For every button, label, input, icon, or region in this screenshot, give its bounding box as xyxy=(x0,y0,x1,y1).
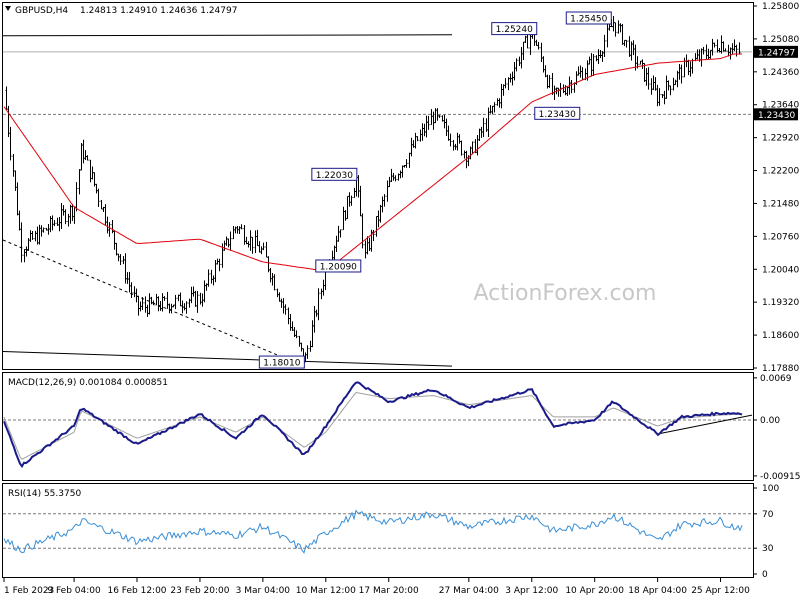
price-tick-label: 1.21480 xyxy=(762,199,799,209)
macd-tick-label: 0.00 xyxy=(760,416,780,426)
chart-symbol: GBPUSD,H4 xyxy=(15,6,68,16)
price-annotation-label: 1.25450 xyxy=(570,14,607,24)
price-tick-label: 1.20760 xyxy=(762,232,799,242)
chart-root: ActionForex.com GBPUSD,H4 1.24813 1.2491… xyxy=(0,0,800,600)
x-tick-label: 3 Mar 04:00 xyxy=(236,586,291,596)
current-price-tag-label: 1.24797 xyxy=(758,48,795,58)
macd-title: MACD(12,26,9) 0.001084 0.000851 xyxy=(8,378,168,388)
x-tick-label: 3 Apr 12:00 xyxy=(505,586,558,596)
x-tick-label: 17 Mar 20:00 xyxy=(359,586,419,596)
support-price-tag-label: 1.23430 xyxy=(758,111,795,121)
price-tick-label: 1.22200 xyxy=(762,167,799,177)
x-tick-label: 27 Mar 04:00 xyxy=(439,586,499,596)
macd-tick-label: -0.009158 xyxy=(760,472,800,482)
rsi-tick-label: 100 xyxy=(762,484,779,494)
price-tick-label: 1.25800 xyxy=(762,2,799,12)
price-annotation-label: 1.22030 xyxy=(316,171,353,181)
rsi-tick-label: 70 xyxy=(762,510,774,520)
x-tick-label: 18 Apr 04:00 xyxy=(628,586,687,596)
price-tick-label: 1.25080 xyxy=(762,35,799,45)
chart-ohlc: 1.24813 1.24910 1.24636 1.24797 xyxy=(80,6,237,16)
x-tick-label: 23 Feb 20:00 xyxy=(170,586,229,596)
price-annotation-label: 1.25240 xyxy=(496,25,533,35)
price-annotation-label: 1.20090 xyxy=(320,262,357,272)
watermark: ActionForex.com xyxy=(474,281,657,306)
x-tick-label: 10 Mar 12:00 xyxy=(296,586,356,596)
rsi-title: RSI(14) 55.3750 xyxy=(8,489,81,499)
price-tick-label: 1.19320 xyxy=(762,298,799,308)
price-tick-label: 1.24360 xyxy=(762,68,799,78)
chart-canvas: ActionForex.com GBPUSD,H4 1.24813 1.2491… xyxy=(0,0,800,600)
x-tick-label: 25 Apr 12:00 xyxy=(691,586,750,596)
rsi-tick-label: 0 xyxy=(762,570,768,580)
macd-tick-label: 0.0069 xyxy=(760,374,792,384)
price-annotation-label: 1.23430 xyxy=(539,110,576,120)
price-tick-label: 1.20040 xyxy=(762,265,799,275)
x-tick-label: 9 Feb 04:00 xyxy=(47,586,101,596)
x-tick-label: 16 Feb 12:00 xyxy=(107,586,166,596)
price-annotation-label: 1.18010 xyxy=(263,359,300,369)
price-tick-label: 1.18600 xyxy=(762,331,799,341)
price-tick-label: 1.22920 xyxy=(762,134,799,144)
rsi-tick-label: 30 xyxy=(762,544,774,554)
price-tick-label: 1.17880 xyxy=(762,364,799,374)
x-tick-label: 10 Apr 20:00 xyxy=(565,586,624,596)
